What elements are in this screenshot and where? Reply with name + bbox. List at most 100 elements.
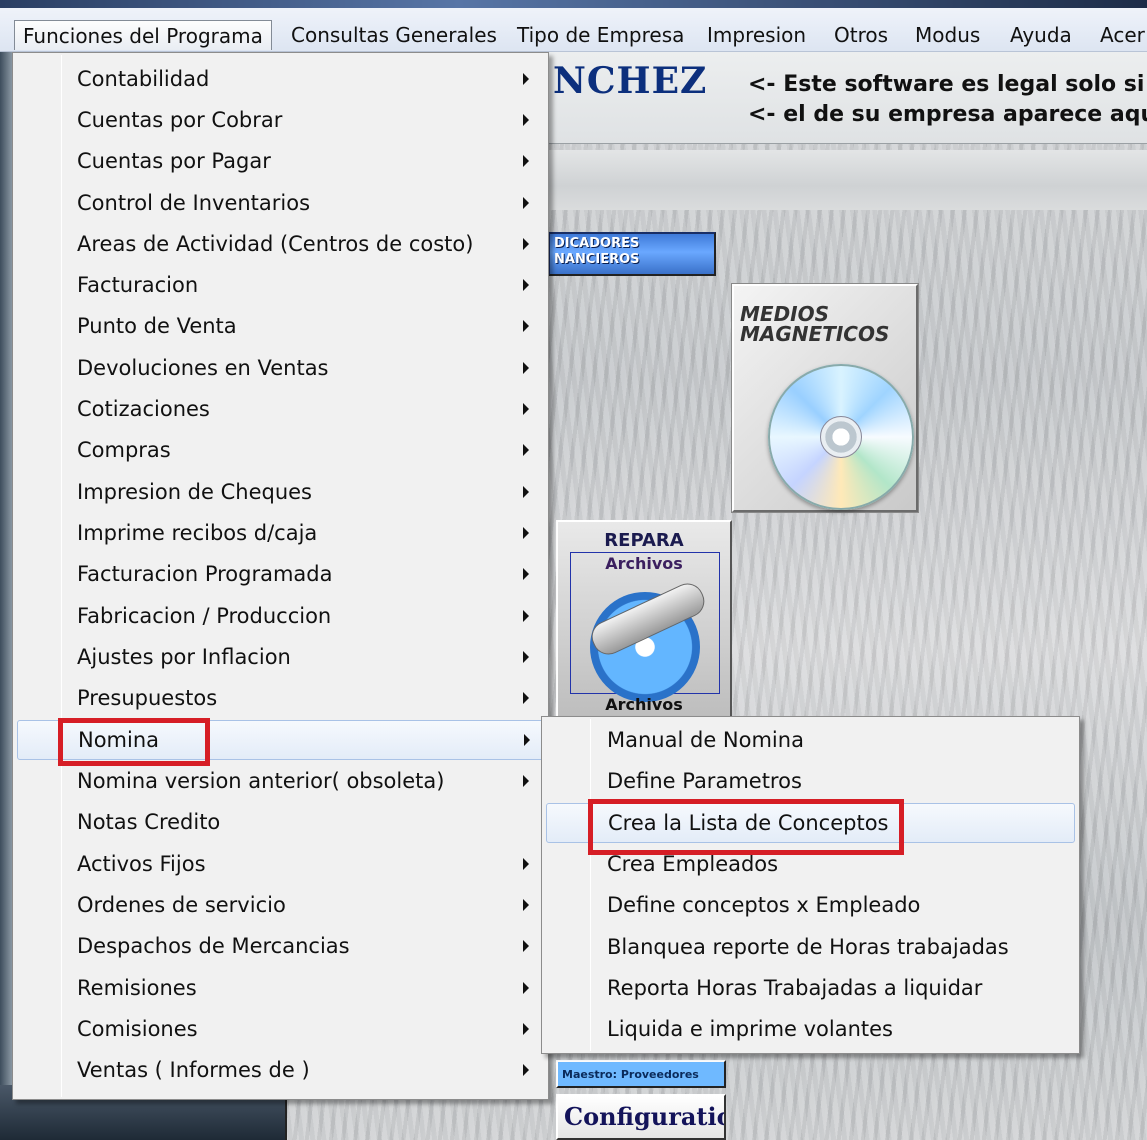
submenu-arrow-icon: [523, 651, 529, 663]
submenu-arrow-icon: [523, 899, 529, 911]
cd-hole: [820, 416, 862, 458]
submenu-item-label: Reporta Horas Trabajadas a liquidar: [607, 976, 983, 1000]
menu-item-label: Remisiones: [77, 976, 197, 1000]
menu-bar: Funciones del Programa Consultas General…: [0, 0, 1147, 52]
menu-item-label: Ordenes de servicio: [77, 893, 286, 917]
indicadores-financieros-button[interactable]: DICADORES NANCIEROS: [548, 232, 716, 276]
menu-item-ordenes-de-servicio[interactable]: Ordenes de servicio: [17, 885, 544, 925]
indicadores-label-2: NANCIEROS: [554, 252, 640, 267]
cd-disc-icon: [768, 364, 914, 510]
submenu-item-manual-de-nomina[interactable]: Manual de Nomina: [546, 720, 1075, 760]
menu-item-cuentas-por-pagar[interactable]: Cuentas por Pagar: [17, 141, 544, 181]
menu-item-label: Devoluciones en Ventas: [77, 356, 329, 380]
menu-item-contabilidad[interactable]: Contabilidad: [17, 59, 544, 99]
menu-acer[interactable]: Acer: [1092, 20, 1147, 50]
menu-item-notas-credito[interactable]: Notas Credito: [17, 802, 544, 842]
menu-item-cotizaciones[interactable]: Cotizaciones: [17, 389, 544, 429]
submenu-arrow-icon: [523, 692, 529, 704]
menu-item-fabricacion-produccion[interactable]: Fabricacion / Produccion: [17, 596, 544, 636]
menu-item-label: Notas Credito: [77, 810, 221, 834]
menu-item-punto-de-venta[interactable]: Punto de Venta: [17, 306, 544, 346]
submenu-arrow-icon: [523, 155, 529, 167]
submenu-item-define-conceptos-empleado[interactable]: Define conceptos x Empleado: [546, 885, 1075, 925]
menu-item-ventas-informes[interactable]: Ventas ( Informes de ): [17, 1050, 544, 1090]
menu-item-compras[interactable]: Compras: [17, 430, 544, 470]
menu-tipo-de-empresa[interactable]: Tipo de Empresa: [509, 20, 692, 50]
submenu-arrow-icon: [523, 403, 529, 415]
submenu-arrow-icon: [523, 362, 529, 374]
menu-item-nomina-version-anterior[interactable]: Nomina version anterior( obsoleta): [17, 761, 544, 801]
submenu-arrow-icon: [523, 73, 529, 85]
menu-item-comisiones[interactable]: Comisiones: [17, 1009, 544, 1049]
repara-bottom-label: Archivos: [605, 695, 683, 714]
header-banner-lower: [545, 150, 1147, 210]
submenu-arrow-icon: [523, 238, 529, 250]
window-left-edge: [0, 52, 12, 1092]
menu-item-despachos-de-mercancias[interactable]: Despachos de Mercancias: [17, 926, 544, 966]
submenu-arrow-icon: [523, 982, 529, 994]
menu-item-label: Areas de Actividad (Centros de costo): [77, 232, 474, 256]
submenu-arrow-icon: [523, 527, 529, 539]
menu-item-control-de-inventarios[interactable]: Control de Inventarios: [17, 183, 544, 223]
menu-item-facturacion[interactable]: Facturacion: [17, 265, 544, 305]
submenu-arrow-icon: [523, 568, 529, 580]
submenu-item-reporta-horas[interactable]: Reporta Horas Trabajadas a liquidar: [546, 968, 1075, 1008]
menu-item-label: Cotizaciones: [77, 397, 210, 421]
submenu-item-crea-empleados[interactable]: Crea Empleados: [546, 844, 1075, 884]
repara-archivos-button[interactable]: REPARA Archivos Archivos: [556, 520, 732, 720]
menu-item-cuentas-por-cobrar[interactable]: Cuentas por Cobrar: [17, 100, 544, 140]
menu-item-ajustes-por-inflacion[interactable]: Ajustes por Inflacion: [17, 637, 544, 677]
menu-otros[interactable]: Otros: [826, 20, 896, 50]
configuration-button[interactable]: Configuration de: [556, 1094, 726, 1140]
menu-item-nomina[interactable]: Nomina: [17, 720, 544, 760]
medios-magneticos-button[interactable]: MEDIOS MAGNETICOS: [732, 284, 918, 512]
funciones-dropdown-menu: Contabilidad Cuentas por Cobrar Cuentas …: [12, 52, 549, 1100]
submenu-arrow-icon: [523, 1064, 529, 1076]
submenu-arrow-icon: [523, 858, 529, 870]
menu-impresion[interactable]: Impresion: [699, 20, 814, 50]
menu-item-devoluciones-en-ventas[interactable]: Devoluciones en Ventas: [17, 348, 544, 388]
menu-item-label: Presupuestos: [77, 686, 218, 710]
submenu-arrow-icon: [523, 1023, 529, 1035]
submenu-item-liquida-imprime[interactable]: Liquida e imprime volantes: [546, 1009, 1075, 1049]
menu-consultas-generales[interactable]: Consultas Generales: [283, 20, 505, 50]
indicadores-label-1: DICADORES: [554, 236, 640, 251]
menu-item-presupuestos[interactable]: Presupuestos: [17, 678, 544, 718]
menu-item-label: Despachos de Mercancias: [77, 934, 350, 958]
menu-item-label: Cuentas por Cobrar: [77, 108, 283, 132]
submenu-item-blanquea-reporte[interactable]: Blanquea reporte de Horas trabajadas: [546, 927, 1075, 967]
menu-ayuda[interactable]: Ayuda: [1002, 20, 1080, 50]
submenu-arrow-icon: [523, 775, 529, 787]
menu-item-activos-fijos[interactable]: Activos Fijos: [17, 844, 544, 884]
menu-item-facturacion-programada[interactable]: Facturacion Programada: [17, 554, 544, 594]
submenu-item-label: Crea Empleados: [607, 852, 779, 876]
submenu-arrow-icon: [523, 279, 529, 291]
menu-item-label: Facturacion Programada: [77, 562, 333, 586]
submenu-item-label: Define Parametros: [607, 769, 802, 793]
repara-title: REPARA: [604, 530, 684, 551]
nomina-submenu: Manual de Nomina Define Parametros Crea …: [541, 716, 1080, 1054]
title-bar-edge: [0, 0, 1147, 8]
submenu-arrow-icon: [524, 734, 530, 746]
menu-item-label: Ajustes por Inflacion: [77, 645, 291, 669]
menu-item-imprime-recibos[interactable]: Imprime recibos d/caja: [17, 513, 544, 553]
menu-item-label: Nomina: [78, 728, 160, 752]
submenu-item-crea-lista-conceptos[interactable]: Crea la Lista de Conceptos: [546, 803, 1075, 843]
menu-modus[interactable]: Modus: [907, 20, 988, 50]
menu-item-remisiones[interactable]: Remisiones: [17, 968, 544, 1008]
submenu-item-label: Blanquea reporte de Horas trabajadas: [607, 935, 1009, 959]
maestro-proveedores-button[interactable]: Maestro: Proveedores: [556, 1060, 726, 1088]
menu-item-label: Control de Inventarios: [77, 191, 311, 215]
menu-item-label: Activos Fijos: [77, 852, 206, 876]
menu-funciones-del-programa[interactable]: Funciones del Programa: [14, 20, 272, 50]
menu-item-label: Impresion de Cheques: [77, 480, 312, 504]
menu-item-label: Comisiones: [77, 1017, 198, 1041]
submenu-arrow-icon: [523, 320, 529, 332]
submenu-arrow-icon: [523, 486, 529, 498]
menu-item-label: Imprime recibos d/caja: [77, 521, 318, 545]
submenu-item-define-parametros[interactable]: Define Parametros: [546, 761, 1075, 801]
menu-item-label: Cuentas por Pagar: [77, 149, 271, 173]
menu-item-areas-de-actividad[interactable]: Areas de Actividad (Centros de costo): [17, 224, 544, 264]
repara-subtitle: Archivos: [605, 554, 683, 573]
menu-item-impresion-de-cheques[interactable]: Impresion de Cheques: [17, 472, 544, 512]
